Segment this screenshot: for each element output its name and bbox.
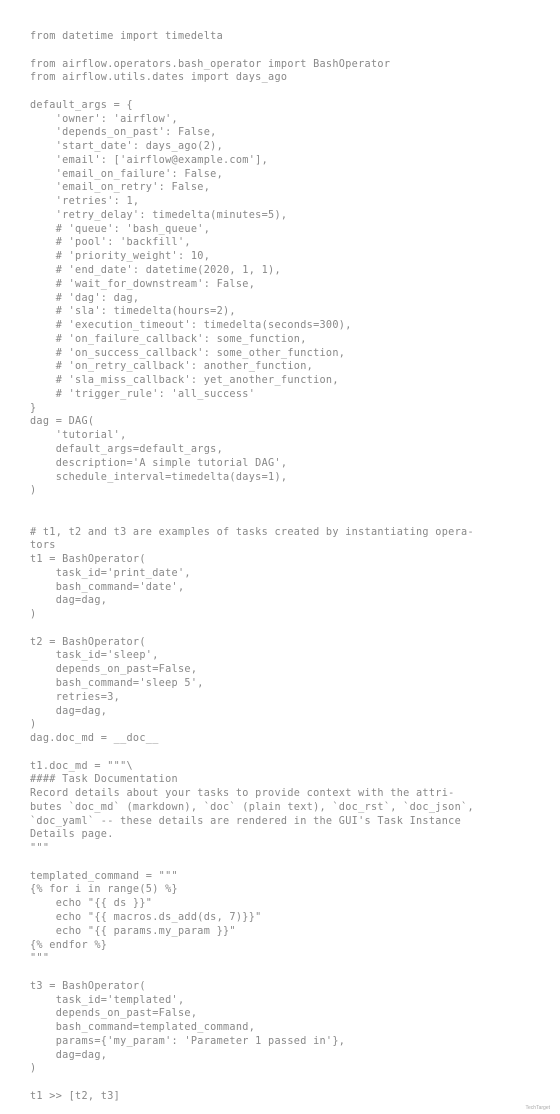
code-content: from datetime import timedelta from airf…	[0, 0, 560, 1114]
footer-attribution: TechTarget	[526, 1105, 550, 1112]
